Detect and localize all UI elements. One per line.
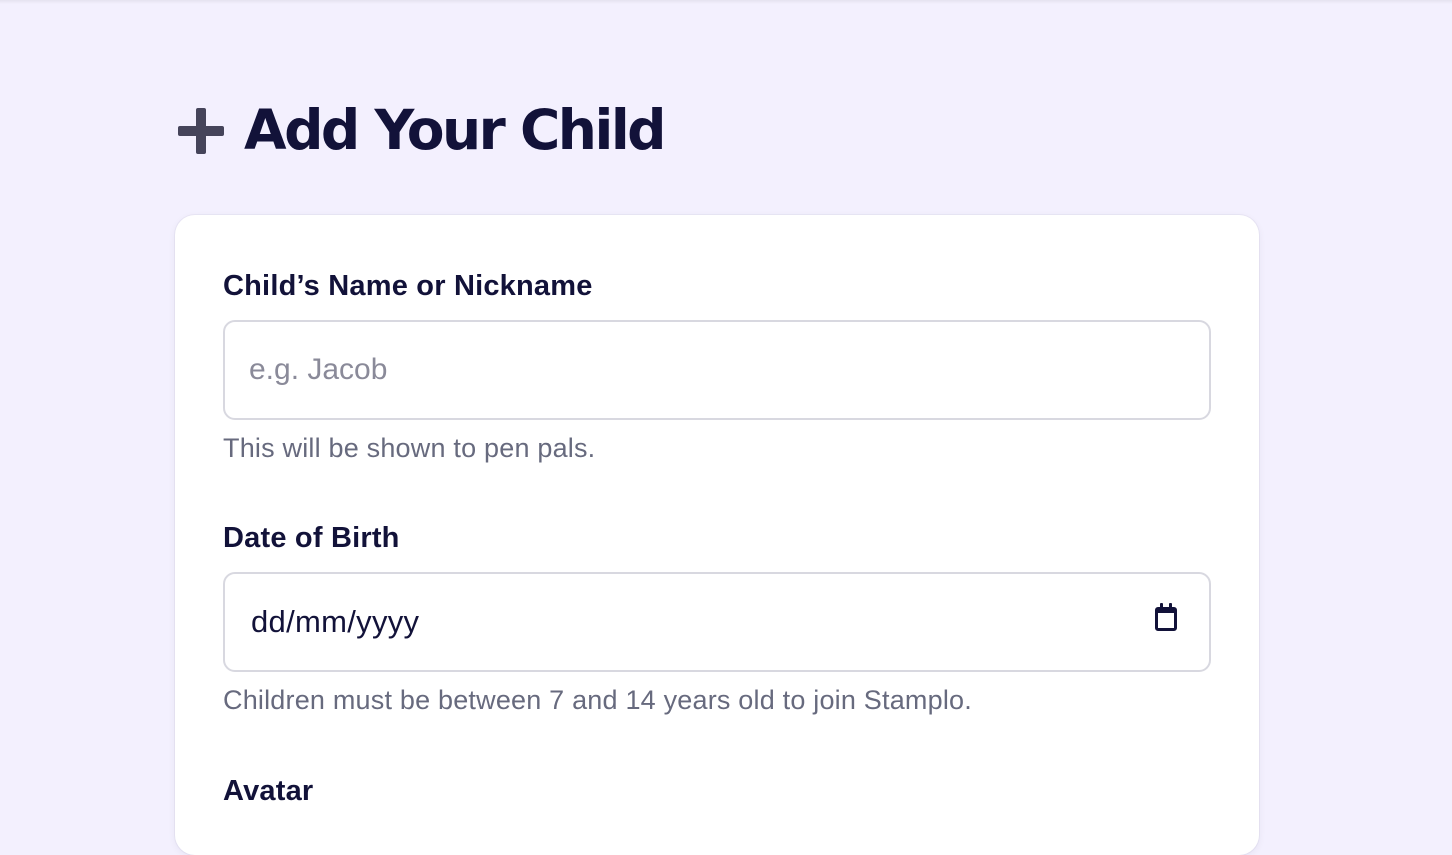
add-child-form-card: Child’s Name or Nickname This will be sh… bbox=[175, 215, 1259, 855]
avatar-field-label: Avatar bbox=[223, 775, 314, 807]
date-value: dd/mm/yyyy bbox=[251, 604, 420, 639]
name-field-wrapper bbox=[223, 320, 1211, 420]
name-field-hint: This will be shown to pen pals. bbox=[223, 433, 596, 463]
dob-field-label: Date of Birth bbox=[223, 522, 400, 554]
name-field-label: Child’s Name or Nickname bbox=[223, 270, 593, 302]
dob-field-hint: Children must be between 7 and 14 years … bbox=[223, 685, 972, 715]
plus-icon bbox=[178, 108, 224, 154]
date-of-birth-input[interactable]: dd/mm/yyyy bbox=[223, 572, 1211, 672]
calendar-icon[interactable] bbox=[1155, 603, 1177, 631]
top-bar-shadow bbox=[0, 0, 1452, 4]
page-title: Add Your Child bbox=[244, 98, 667, 162]
page-header: Add Your Child bbox=[178, 94, 667, 166]
child-name-input[interactable] bbox=[225, 322, 1209, 418]
